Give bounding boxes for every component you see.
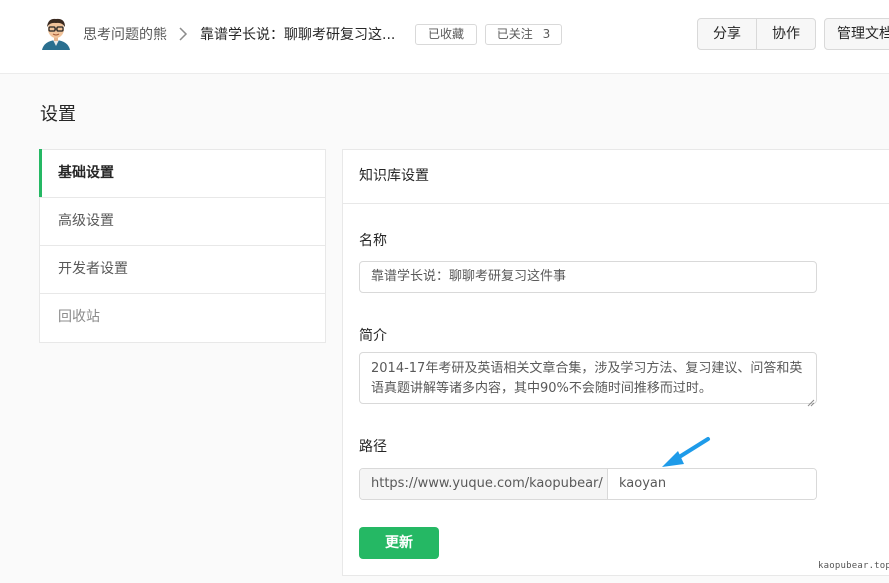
settings-sidebar: 基础设置 高级设置 开发者设置 回收站	[39, 149, 326, 343]
description-textarea[interactable]: 2014-17年考研及英语相关文章合集，涉及学习方法、复习建议、问答和英语真题讲…	[359, 352, 817, 407]
resize-handle-icon[interactable]	[807, 394, 815, 407]
sidebar-item-basic[interactable]: 基础设置	[39, 149, 325, 198]
followed-count: 3	[542, 27, 551, 41]
path-label: 路径	[359, 439, 387, 455]
sidebar-item-developer[interactable]: 开发者设置	[40, 246, 325, 294]
path-input-group: https://www.yuque.com/kaopubear/ kaoyan	[359, 468, 817, 500]
collected-label: 已收藏	[427, 27, 464, 41]
description-text: 2014-17年考研及英语相关文章合集，涉及学习方法、复习建议、问答和英语真题讲…	[371, 361, 803, 396]
name-label: 名称	[359, 233, 387, 249]
avatar[interactable]	[40, 16, 72, 50]
share-button[interactable]: 分享	[698, 19, 756, 49]
collected-button[interactable]: 已收藏	[415, 24, 477, 45]
followed-label: 已关注	[496, 27, 533, 41]
settings-panel: 知识库设置 名称 靠谱学长说：聊聊考研复习这件事 简介 2014-17年考研及英…	[342, 149, 889, 576]
collaborate-button[interactable]: 协作	[756, 19, 815, 49]
annotation-arrow-icon	[656, 434, 716, 474]
top-header: 思考问题的熊 靠谱学长说：聊聊考研复习这... 已收藏 已关注 3 分享 协作 …	[0, 0, 889, 74]
name-input[interactable]: 靠谱学长说：聊聊考研复习这件事	[359, 261, 817, 293]
watermark: kaopubear.top	[818, 561, 889, 571]
update-button[interactable]: 更新	[359, 527, 439, 559]
manage-docs-button[interactable]: 管理文档	[824, 18, 889, 50]
sidebar-item-advanced[interactable]: 高级设置	[40, 198, 325, 246]
path-prefix: https://www.yuque.com/kaopubear/	[360, 469, 608, 499]
share-collab-group: 分享 协作	[697, 18, 816, 50]
panel-title: 知识库设置	[343, 150, 889, 204]
chevron-right-icon	[176, 26, 190, 41]
followed-button[interactable]: 已关注 3	[485, 24, 562, 45]
breadcrumb-book[interactable]: 靠谱学长说：聊聊考研复习这...	[200, 24, 396, 44]
breadcrumb-user[interactable]: 思考问题的熊	[83, 24, 167, 44]
sidebar-item-trash[interactable]: 回收站	[40, 294, 325, 342]
description-label: 简介	[359, 328, 387, 344]
page-title: 设置	[40, 104, 76, 125]
